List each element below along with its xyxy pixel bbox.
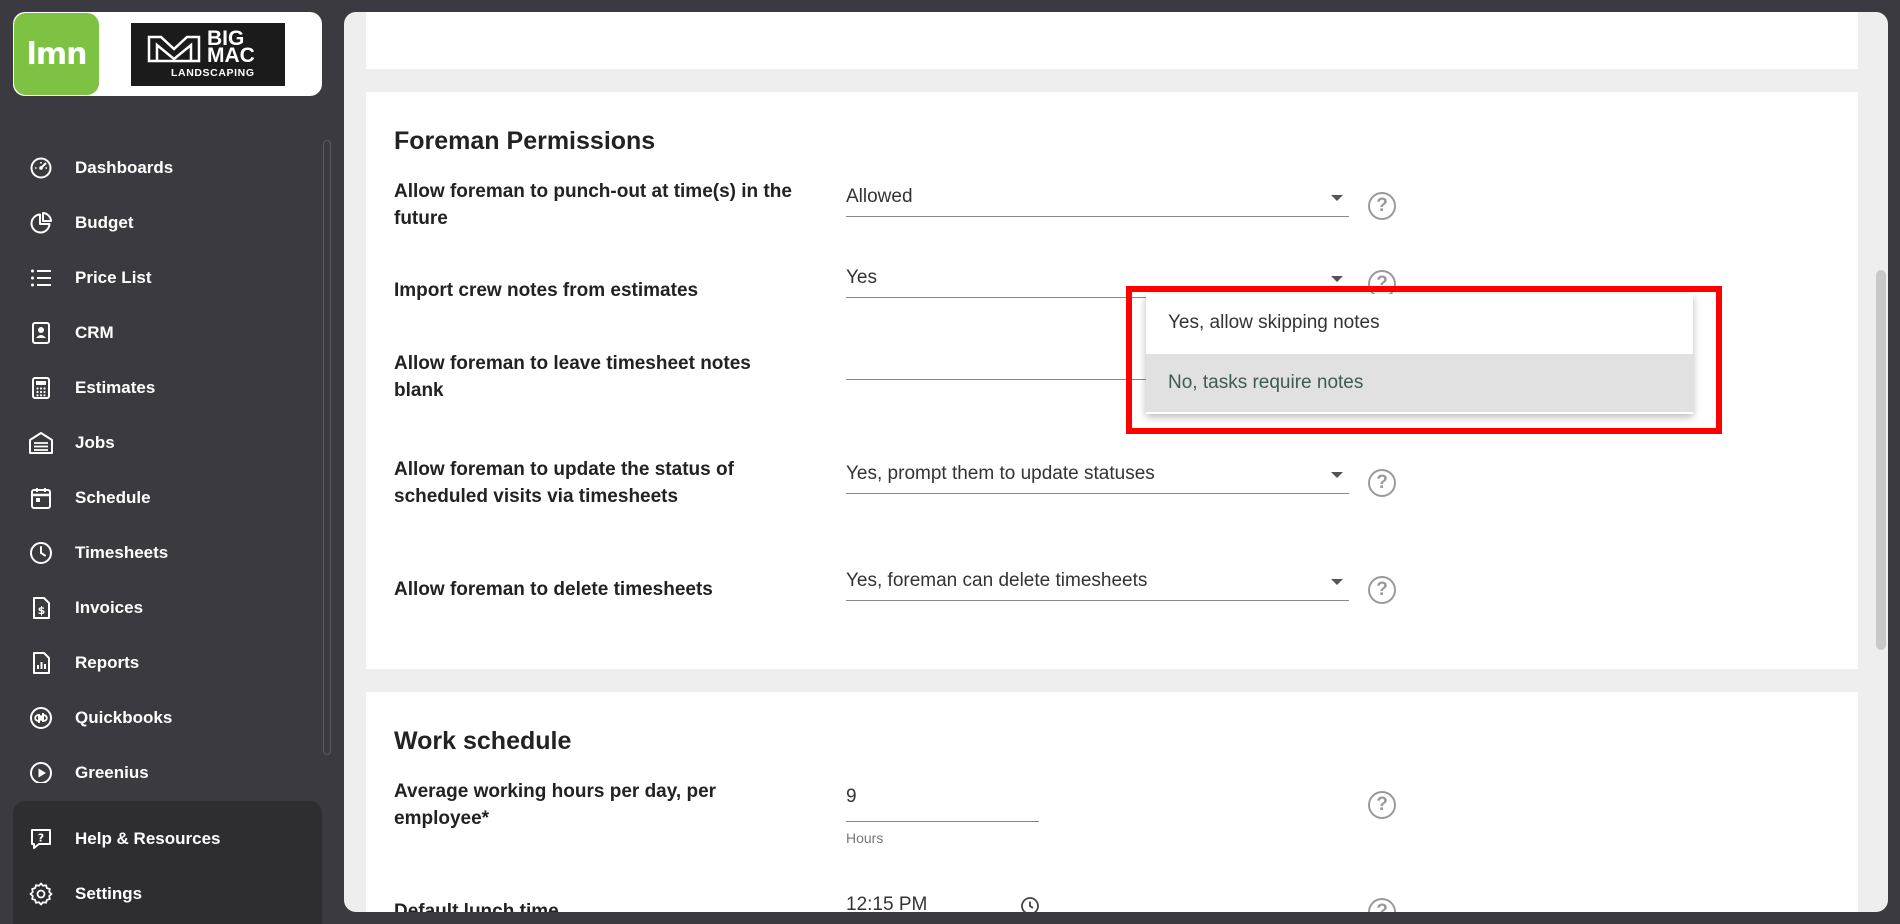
- update-status-select[interactable]: Yes, prompt them to update statuses: [846, 458, 1349, 494]
- dropdown-option-allow-skipping[interactable]: Yes, allow skipping notes: [1146, 294, 1693, 352]
- sidebar-item-label: Dashboards: [75, 158, 174, 177]
- sidebar-item-label: Invoices: [75, 598, 144, 617]
- sidebar-item-label: Reports: [75, 653, 140, 672]
- list-icon: [28, 265, 54, 291]
- sidebar-nav: Dashboards Budget Price List CRM Estimat…: [0, 140, 320, 783]
- building-icon: [28, 430, 54, 456]
- quickbooks-icon: [28, 705, 54, 731]
- sidebar: lmn BIG MAC LANDSCAPING Dashboards Budge…: [0, 0, 334, 924]
- sidebar-item-label: Greenius: [75, 763, 149, 782]
- crew-notes-label: Import crew notes from estimates: [394, 280, 699, 301]
- sidebar-item-timesheets[interactable]: Timesheets: [0, 533, 320, 573]
- sidebar-item-label: Estimates: [75, 378, 156, 397]
- previous-settings-card: [366, 12, 1858, 69]
- lunch-time-label: Default lunch time: [394, 901, 559, 912]
- gear-icon: [28, 881, 54, 907]
- chevron-down-icon: [1331, 195, 1343, 201]
- sidebar-item-price-list[interactable]: Price List: [0, 258, 320, 298]
- dropdown-option-label: No, tasks require notes: [1168, 372, 1364, 393]
- sidebar-item-jobs[interactable]: Jobs: [0, 423, 320, 463]
- help-icon[interactable]: ?: [1368, 576, 1396, 604]
- contact-card-icon: [28, 320, 54, 346]
- sidebar-item-label: Settings: [75, 884, 143, 903]
- sidebar-item-invoices[interactable]: $ Invoices: [0, 588, 320, 628]
- company-name-line3: LANDSCAPING: [171, 67, 255, 79]
- lunch-time-field[interactable]: 12:15 PM: [846, 892, 1039, 912]
- work-schedule-card: Work schedule Average working hours per …: [366, 692, 1858, 912]
- sidebar-item-estimates[interactable]: Estimates: [0, 368, 320, 408]
- sidebar-item-quickbooks[interactable]: Quickbooks: [0, 698, 320, 738]
- select-value: Yes: [846, 267, 877, 288]
- section-title: Foreman Permissions: [394, 127, 656, 155]
- update-status-label: Allow foreman to update the status of sc…: [394, 459, 734, 507]
- sidebar-item-help[interactable]: ? Help & Resources: [0, 819, 320, 859]
- play-circle-icon: [28, 760, 54, 783]
- select-value: Yes, foreman can delete timesheets: [846, 570, 1148, 591]
- sidebar-item-label: CRM: [75, 323, 114, 342]
- avg-hours-input[interactable]: [846, 786, 1039, 808]
- sidebar-bottom-menu: ? Help & Resources Settings: [13, 801, 322, 924]
- section-title: Work schedule: [394, 727, 572, 755]
- lmn-logo[interactable]: lmn: [14, 13, 99, 95]
- select-value: Allowed: [846, 186, 913, 207]
- delete-timesheets-label: Allow foreman to delete timesheets: [394, 579, 713, 600]
- chevron-down-icon: [1331, 472, 1343, 478]
- dropdown-option-label: Yes, allow skipping notes: [1168, 312, 1380, 333]
- select-value: Yes, prompt them to update statuses: [846, 463, 1155, 484]
- chevron-down-icon: [1331, 579, 1343, 585]
- help-icon[interactable]: ?: [1368, 192, 1396, 220]
- sidebar-item-label: Quickbooks: [75, 708, 173, 727]
- clock-icon: [28, 540, 54, 566]
- dropdown-option-require-notes[interactable]: No, tasks require notes: [1146, 354, 1693, 412]
- chevron-down-icon: [1331, 276, 1343, 282]
- sidebar-item-crm[interactable]: CRM: [0, 313, 320, 353]
- punch-out-label: Allow foreman to punch-out at time(s) in…: [394, 181, 792, 229]
- clock-icon[interactable]: [1020, 896, 1040, 912]
- company-name-line2: MAC: [207, 44, 255, 67]
- timesheet-notes-dropdown-menu: Yes, allow skipping notes No, tasks requ…: [1146, 294, 1693, 414]
- calendar-icon: [28, 485, 54, 511]
- lunch-time-value: 12:15 PM: [846, 894, 928, 912]
- report-chart-icon: [28, 650, 54, 676]
- invoice-dollar-icon: $: [28, 595, 54, 621]
- sidebar-item-label: Price List: [75, 268, 152, 287]
- settings-main-panel: Foreman Permissions Allow foreman to pun…: [344, 12, 1888, 912]
- help-icon[interactable]: ?: [1368, 791, 1396, 819]
- logo-card: lmn BIG MAC LANDSCAPING: [13, 12, 322, 96]
- help-icon[interactable]: ?: [1368, 469, 1396, 497]
- help-question-icon: ?: [28, 826, 54, 852]
- punch-out-select[interactable]: Allowed: [846, 181, 1349, 217]
- calculator-icon: [28, 375, 54, 401]
- sidebar-scrollbar[interactable]: [323, 140, 331, 755]
- help-icon[interactable]: ?: [1368, 898, 1396, 912]
- avg-hours-label: Average working hours per day, per emplo…: [394, 781, 717, 829]
- sidebar-item-label: Help & Resources: [75, 829, 221, 848]
- delete-timesheets-select[interactable]: Yes, foreman can delete timesheets: [846, 565, 1349, 601]
- company-logo-mark-icon: [147, 35, 201, 63]
- main-scrollbar[interactable]: [1876, 270, 1886, 650]
- sidebar-item-label: Timesheets: [75, 543, 169, 562]
- sidebar-item-reports[interactable]: Reports: [0, 643, 320, 683]
- sidebar-item-label: Schedule: [75, 488, 151, 507]
- company-logo[interactable]: BIG MAC LANDSCAPING: [131, 23, 285, 86]
- sidebar-item-settings[interactable]: Settings: [0, 874, 320, 914]
- avg-hours-field[interactable]: [846, 786, 1039, 822]
- dashboard-gauge-icon: [28, 155, 54, 181]
- avg-hours-hint: Hours: [846, 830, 884, 846]
- svg-text:?: ?: [38, 832, 44, 845]
- sidebar-item-label: Budget: [75, 213, 134, 232]
- timesheet-notes-label: Allow foreman to leave timesheet notes b…: [394, 353, 751, 401]
- sidebar-item-greenius[interactable]: Greenius: [0, 753, 320, 783]
- sidebar-item-dashboards[interactable]: Dashboards: [0, 148, 320, 188]
- pie-chart-icon: [28, 210, 54, 236]
- svg-text:$: $: [38, 604, 46, 617]
- sidebar-item-label: Jobs: [75, 433, 115, 452]
- sidebar-item-schedule[interactable]: Schedule: [0, 478, 320, 518]
- lmn-logo-text: lmn: [26, 36, 88, 72]
- sidebar-item-budget[interactable]: Budget: [0, 203, 320, 243]
